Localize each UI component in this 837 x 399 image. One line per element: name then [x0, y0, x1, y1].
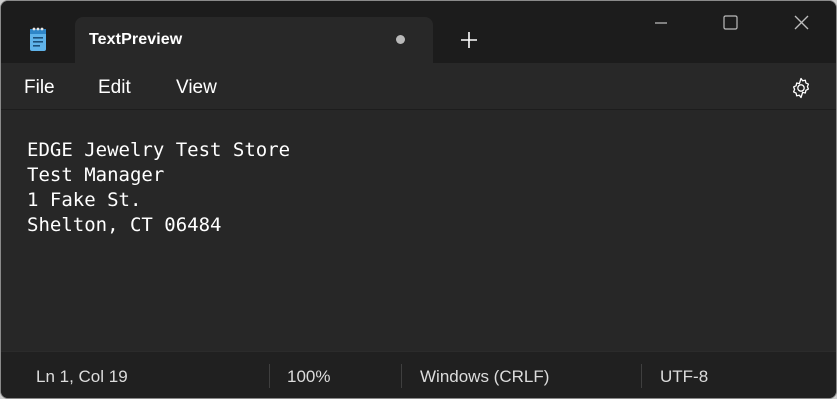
- editor-line: Shelton, CT 06484: [27, 214, 222, 236]
- editor-line: Test Manager: [27, 164, 165, 186]
- status-divider: [641, 364, 642, 388]
- minimize-icon[interactable]: [626, 1, 696, 45]
- menu-file[interactable]: File: [24, 77, 55, 99]
- editor-line: 1 Fake St.: [27, 189, 142, 211]
- notepad-window: TextPreview File Edit View EDGE Jewelry …: [0, 0, 837, 399]
- gear-icon[interactable]: [789, 76, 813, 100]
- close-icon[interactable]: [766, 1, 836, 45]
- plus-icon[interactable]: [456, 27, 482, 53]
- status-divider: [401, 364, 402, 388]
- encoding[interactable]: UTF-8: [660, 367, 708, 387]
- status-divider: [269, 364, 270, 388]
- cursor-position[interactable]: Ln 1, Col 19: [36, 367, 128, 387]
- tab-title: TextPreview: [89, 31, 183, 48]
- menu-bar: File Edit View: [1, 63, 836, 109]
- editor-line: EDGE Jewelry Test Store: [27, 139, 291, 161]
- maximize-icon[interactable]: [695, 1, 765, 45]
- status-bar: Ln 1, Col 19 100% Windows (CRLF) UTF-8: [1, 351, 836, 398]
- notepad-icon: [30, 27, 46, 51]
- unsaved-dot-icon[interactable]: [396, 35, 405, 44]
- zoom-level[interactable]: 100%: [287, 367, 330, 387]
- menu-edit[interactable]: Edit: [98, 77, 131, 99]
- text-editor[interactable]: EDGE Jewelry Test Store Test Manager 1 F…: [1, 109, 836, 352]
- line-ending[interactable]: Windows (CRLF): [420, 367, 549, 387]
- tab-textpreview[interactable]: TextPreview: [75, 17, 433, 63]
- title-bar[interactable]: TextPreview: [1, 1, 836, 63]
- menu-view[interactable]: View: [176, 77, 217, 99]
